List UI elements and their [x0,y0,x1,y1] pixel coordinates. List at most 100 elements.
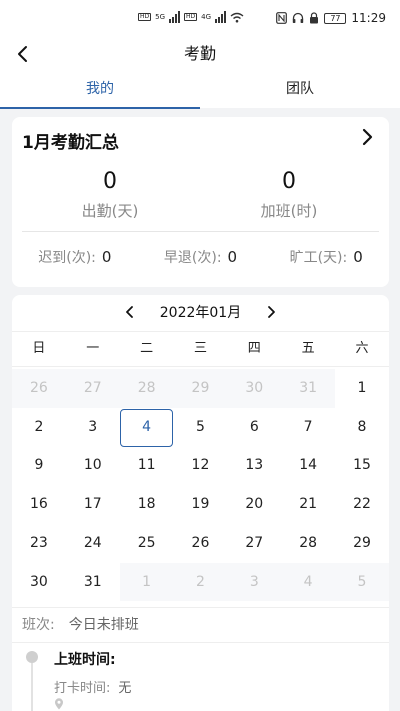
calendar-day[interactable]: 5 [174,408,228,447]
calendar-day[interactable]: 30 [12,563,66,602]
signal-icon [169,11,181,23]
wifi-icon [230,12,244,22]
back-arrow-icon[interactable] [10,40,38,68]
calendar-day-number: 1 [142,573,152,590]
calendar-day[interactable]: 15 [335,446,389,485]
summary-title: 1月考勤汇总 [22,133,119,153]
calendar-day[interactable]: 20 [227,485,281,524]
calendar-day[interactable]: 23 [12,524,66,563]
calendar-day[interactable]: 26 [174,524,228,563]
calendar-day[interactable]: 26 [12,369,66,408]
calendar-day[interactable]: 31 [281,369,336,408]
tab-team[interactable]: 团队 [200,72,400,108]
calendar-day[interactable]: 2 [12,408,66,447]
calendar-day[interactable]: 1 [335,369,389,408]
calendar-day-number: 4 [303,573,313,590]
calendar-day-number: 19 [191,496,210,513]
calendar-day[interactable]: 6 [227,408,281,447]
divider [22,231,379,232]
calendar-week-row: 30 31 1 2 3 4 5 [12,562,389,602]
calendar-day-number: 29 [353,534,371,551]
clock-in-title: 上班时间: [54,652,116,668]
calendar-day[interactable]: 30 [227,369,282,408]
calendar-day[interactable]: 22 [335,485,389,524]
calendar-day[interactable]: 7 [281,408,335,447]
calendar-day[interactable]: 29 [173,369,228,408]
hd-badge-1: HD [138,13,152,21]
calendar-card: 2022年01月 日 一 二 三 四 五 六 26 27 28 29 30 31 1 2 3 4 5… [12,295,389,711]
calendar-day[interactable]: 29 [335,524,389,563]
calendar-day-number: 7 [303,418,313,435]
calendar-day-number: 15 [353,457,371,474]
timeline-dot [26,651,38,663]
next-month-icon[interactable] [263,304,279,320]
clock-in-timeline: 上班时间: 打卡时间: 无 [12,649,389,711]
calendar-day[interactable]: 1 [119,562,174,602]
clock: 11:29 [351,11,386,25]
calendar-day-number: 6 [249,418,259,435]
calendar-day[interactable]: 31 [66,563,120,602]
timeline-line [31,663,33,711]
calendar-day-number: 22 [353,496,371,513]
early-leave-stat: 早退(次): 0 [138,247,264,267]
calendar-day-number: 13 [245,457,264,474]
calendar-day-number: 16 [30,496,48,513]
calendar-day[interactable]: 18 [120,485,174,524]
calendar-day-number: 11 [137,457,156,474]
shift-row: 班次: 今日未排班 [12,607,389,643]
calendar-day[interactable]: 24 [66,524,120,563]
calendar-day[interactable]: 9 [12,446,66,485]
calendar-day[interactable]: 27 [227,524,281,563]
calendar-day[interactable]: 10 [66,446,120,485]
signal-icon-2 [215,11,227,23]
punch-label: 打卡时间: [54,681,111,696]
calendar-day[interactable]: 3 [227,562,282,602]
calendar-day[interactable]: 3 [66,408,120,447]
calendar-day[interactable]: 19 [174,485,228,524]
monthly-summary-card: 1月考勤汇总 0 出勤(天) 0 加班(时) 迟到(次): 0 早退(次): 0 旷… [12,117,389,287]
attendance-stat: 0 出勤(天) [35,169,185,221]
chevron-right-icon[interactable] [357,127,377,147]
headphones-icon [293,12,304,23]
calendar-day[interactable]: 4 [281,562,336,602]
calendar-day[interactable]: 28 [119,369,174,408]
weekday-mon: 一 [86,341,100,356]
calendar-day[interactable]: 8 [335,408,389,447]
calendar-week-row: 23 24 25 26 27 28 29 [12,524,389,563]
calendar-day-number: 30 [30,573,48,590]
calendar-day-number: 14 [299,457,318,474]
weekday-thu: 四 [247,341,261,356]
calendar-day[interactable]: 21 [281,485,335,524]
weekday-header: 日 一 二 三 四 五 六 [12,331,389,367]
calendar-day-selected[interactable]: 4 [119,408,174,447]
prev-month-icon[interactable] [122,304,138,320]
calendar-day[interactable]: 11 [120,446,174,485]
calendar-day[interactable]: 28 [281,524,335,563]
calendar-day[interactable]: 27 [65,369,120,408]
punch-time: 打卡时间: 无 [54,677,131,696]
calendar-day[interactable]: 5 [335,562,389,602]
calendar-day[interactable]: 13 [227,446,281,485]
tab-bar: 我的 团队 [0,72,400,109]
calendar-day[interactable]: 2 [173,562,228,602]
calendar-day[interactable]: 17 [66,485,120,524]
calendar-day-number: 30 [245,380,264,396]
month-navigator: 2022年01月 [12,295,389,329]
calendar-day[interactable]: 16 [12,485,66,524]
lock-icon [310,12,319,24]
calendar-day-number: 23 [30,534,48,551]
network-gen-2: 4G [201,13,212,21]
calendar-day-number: 20 [245,496,264,513]
calendar-day[interactable]: 14 [281,446,335,485]
punch-value: 无 [118,681,132,696]
calendar-day-number: 31 [299,380,318,396]
late-value: 0 [101,248,112,266]
calendar-day[interactable]: 12 [174,446,228,485]
attendance-label: 出勤(天) [81,202,139,220]
location-pin-icon [55,698,63,710]
calendar-day[interactable]: 25 [120,524,174,563]
absent-stat: 旷工(天): 0 [263,247,389,267]
weekday-sat: 六 [355,341,369,356]
tab-mine[interactable]: 我的 [0,72,200,109]
overtime-label: 加班(时) [260,202,318,220]
